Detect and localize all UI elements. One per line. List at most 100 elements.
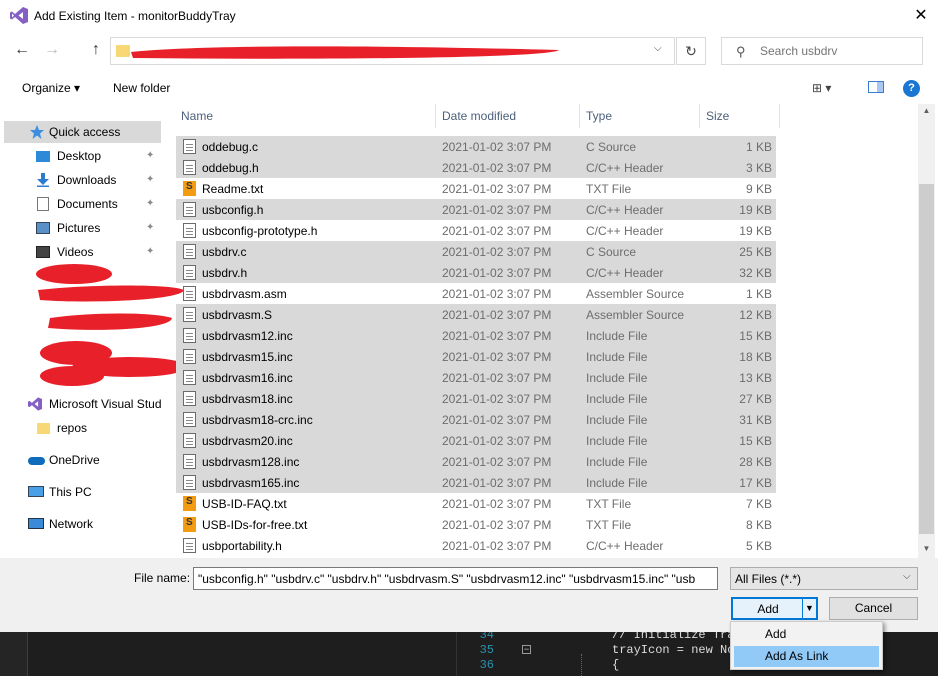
file-name: USB-ID-FAQ.txt [202,497,287,511]
file-row[interactable]: oddebug.c 2021-01-02 3:07 PM C Source 1 KB [176,136,776,157]
forward-button[interactable]: → [42,40,62,60]
line-number: 35 [479,643,494,657]
add-button-label[interactable]: Add [733,602,803,616]
file-type-filter-value: All Files (*.*) [735,572,802,586]
file-type: C Source [586,140,637,154]
preview-pane-button[interactable] [868,81,884,93]
file-size: 1 KB [745,140,772,154]
add-dropdown-arrow-icon[interactable]: ▼ [802,599,816,618]
file-size: 13 KB [739,371,772,385]
nav-item-quick-access[interactable]: Quick access [4,121,161,143]
nav-item-repos[interactable]: repos [4,417,161,439]
menu-item-add-as-link[interactable]: Add As Link [734,646,879,667]
column-header-date[interactable]: Date modified [436,104,580,128]
file-row[interactable]: USB-ID-FAQ.txt 2021-01-02 3:07 PM TXT File… [176,493,776,514]
text-file-icon [183,181,196,196]
scroll-down-icon[interactable]: ▼ [918,544,935,553]
file-row[interactable]: usbdrv.c 2021-01-02 3:07 PM C Source 25 KB [176,241,776,262]
file-size: 8 KB [745,518,772,532]
nav-item-network[interactable]: Network [4,513,161,535]
file-size: 9 KB [745,182,772,196]
menu-item-add[interactable]: Add [734,624,879,645]
file-row[interactable]: usbdrvasm.asm 2021-01-02 3:07 PM Assembler… [176,283,776,304]
desktop-icon [36,151,50,162]
nav-item-label: repos [57,421,88,435]
file-row[interactable]: usbdrvasm165.inc 2021-01-02 3:07 PM Includ… [176,472,776,493]
file-size: 18 KB [739,350,772,364]
address-bar[interactable]: ⌵ [110,37,675,65]
file-row[interactable]: usbdrvasm18-crc.inc 2021-01-02 3:07 PM Inc… [176,409,776,430]
search-input[interactable] [760,44,915,58]
up-button[interactable]: ↑ [86,40,106,60]
file-date: 2021-01-02 3:07 PM [442,518,552,532]
file-row[interactable]: usbdrvasm.S 2021-01-02 3:07 PM Assembler S… [176,304,776,325]
back-button[interactable]: ← [12,40,32,60]
file-name: oddebug.h [202,161,259,175]
help-icon[interactable]: ? [903,80,920,97]
nav-item-label: Quick access [49,125,121,139]
nav-item-onedrive[interactable]: OneDrive [4,449,161,471]
folder-icon [116,45,130,57]
file-row[interactable]: Readme.txt 2021-01-02 3:07 PM TXT File 9 KB [176,178,776,199]
file-name: USB-IDs-for-free.txt [202,518,308,532]
file-type: Include File [586,413,648,427]
file-row[interactable]: usbconfig-prototype.h 2021-01-02 3:07 PM C… [176,220,776,241]
file-row[interactable]: usbdrvasm128.inc 2021-01-02 3:07 PM Includ… [176,451,776,472]
file-name: usbdrvasm165.inc [202,476,300,490]
cancel-button[interactable]: Cancel [829,597,918,620]
file-date: 2021-01-02 3:07 PM [442,371,552,385]
address-dropdown-icon[interactable]: ⌵ [654,43,662,54]
pin-icon: ✦ [146,174,155,185]
column-header-type[interactable]: Type [580,104,700,128]
file-row[interactable]: usbdrvasm18.inc 2021-01-02 3:07 PM Include… [176,388,776,409]
code-line: { [612,658,620,672]
visual-studio-icon [28,397,42,411]
file-size: 19 KB [739,203,772,217]
file-row[interactable]: oddebug.h 2021-01-02 3:07 PM C/C++ Header 3… [176,157,776,178]
vertical-scrollbar[interactable]: ▲ ▼ [918,104,935,558]
file-row[interactable]: usbdrvasm20.inc 2021-01-02 3:07 PM Include… [176,430,776,451]
file-type: Assembler Source [586,287,685,301]
close-button[interactable]: ✕ [906,3,936,29]
file-name: usbdrvasm20.inc [202,434,293,448]
file-row[interactable]: USB-IDs-for-free.txt 2021-01-02 3:07 PM TX… [176,514,776,535]
file-row[interactable]: usbdrvasm15.inc 2021-01-02 3:07 PM Include… [176,346,776,367]
editor-side-panel [0,632,28,676]
nav-item-documents[interactable]: Documents ✦ [4,193,161,215]
file-type: C/C++ Header [586,266,664,280]
column-header-name[interactable]: Name [175,104,436,128]
change-view-button[interactable]: ⊞ ▾ [812,81,831,95]
add-split-button[interactable]: Add ▼ [731,597,818,620]
source-file-icon [183,538,196,553]
file-date: 2021-01-02 3:07 PM [442,539,552,553]
file-row[interactable]: usbconfig.h 2021-01-02 3:07 PM C/C++ Heade… [176,199,776,220]
file-size: 25 KB [739,245,772,259]
source-file-icon [183,349,196,364]
nav-item-desktop[interactable]: Desktop ✦ [4,145,161,167]
file-date: 2021-01-02 3:07 PM [442,497,552,511]
file-row[interactable]: usbdrvasm16.inc 2021-01-02 3:07 PM Include… [176,367,776,388]
scroll-up-icon[interactable]: ▲ [918,106,935,115]
new-folder-button[interactable]: New folder [113,81,170,95]
column-header-size[interactable]: Size [700,104,780,128]
onedrive-icon [28,457,45,465]
file-row[interactable]: usbportability.h 2021-01-02 3:07 PM C/C++ … [176,535,776,556]
scrollbar-thumb[interactable] [919,184,934,534]
refresh-button[interactable]: ↻ [676,37,706,65]
nav-item-visual-studio[interactable]: Microsoft Visual Stud [4,393,161,415]
file-row[interactable]: usbdrvasm12.inc 2021-01-02 3:07 PM Include… [176,325,776,346]
nav-item-downloads[interactable]: Downloads ✦ [4,169,161,191]
nav-item-label: Network [49,517,94,531]
nav-item-this-pc[interactable]: This PC [4,481,161,503]
file-date: 2021-01-02 3:07 PM [442,203,552,217]
file-type-filter[interactable]: All Files (*.*) ⌵ [730,567,918,590]
file-row[interactable]: usbdrv.h 2021-01-02 3:07 PM C/C++ Header 32… [176,262,776,283]
search-box[interactable]: ⚲ [721,37,923,65]
fold-toggle-icon[interactable]: − [522,645,531,654]
organize-button[interactable]: Organize ▾ [22,81,80,95]
file-name: usbportability.h [202,539,282,553]
nav-item-pictures[interactable]: Pictures ✦ [4,217,161,239]
file-name-input[interactable] [193,567,718,590]
line-number: 36 [479,658,494,672]
file-name: usbdrvasm18.inc [202,392,293,406]
